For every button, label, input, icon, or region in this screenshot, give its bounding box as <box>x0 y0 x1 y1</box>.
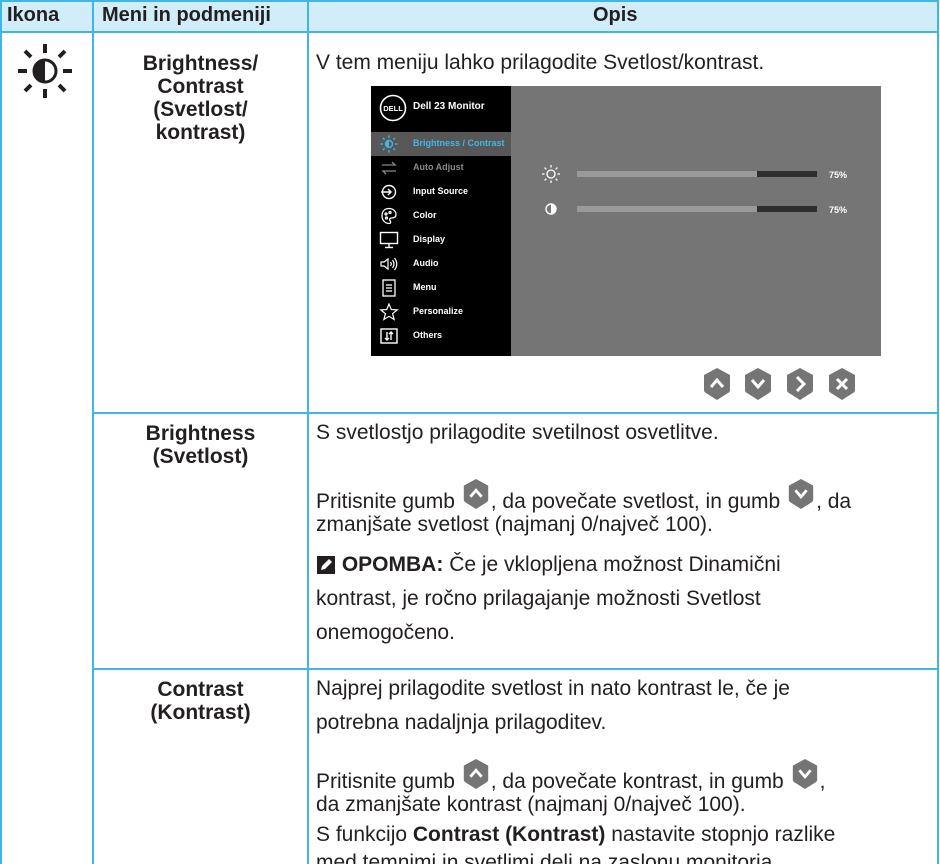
osd-item-display[interactable]: Display <box>371 228 511 252</box>
menu-list-icon <box>382 279 396 297</box>
contrast-slider-fill <box>577 206 757 212</box>
down-button-icon <box>788 479 814 509</box>
osd-item-others[interactable]: Others <box>371 324 511 348</box>
osd-item-personalize[interactable]: Personalize <box>371 300 511 324</box>
contrast-p1-line2: potrebna nadaljnja prilagoditev. <box>316 711 607 734</box>
contrast-value: 75% <box>829 205 848 215</box>
osd-contrast-icon <box>545 203 557 215</box>
up-button-icon[interactable] <box>701 366 733 402</box>
osd-item-input-source[interactable]: Input Source <box>371 180 511 204</box>
brightness-slider-fill <box>577 171 757 177</box>
menu-brightness: Brightness (Svetlost) <box>145 422 256 468</box>
menu-table: Ikona Meni in podmeniji Opis Brightness/… <box>0 0 940 864</box>
osd-item-audio[interactable]: Audio <box>371 252 511 276</box>
menu-brightness-contrast: Brightness/ Contrast (Svetlost/ kontrast… <box>142 52 259 144</box>
sun-icon <box>380 135 398 153</box>
color-palette-icon <box>381 207 397 225</box>
brightness-p2-line2: zmanjšate svetlost (najmanj 0/največ 100… <box>316 513 713 536</box>
close-button-icon[interactable] <box>826 366 858 402</box>
others-icon <box>380 328 398 344</box>
brightness-value: 75% <box>829 170 848 180</box>
monitor-icon <box>379 231 399 249</box>
osd-screenshot: DELL Dell 23 Monitor Brightness / Contra… <box>371 86 881 356</box>
up-button-icon <box>463 479 488 509</box>
brightness-p1: S svetlostjo prilagodite svetilnost osve… <box>316 421 719 444</box>
contrast-slider[interactable] <box>577 206 817 212</box>
right-button-icon[interactable] <box>784 366 816 402</box>
header-menu: Meni in podmeniji <box>102 4 271 26</box>
osd-menu: DELL Dell 23 Monitor Brightness / Contra… <box>371 86 511 356</box>
header-description: Opis <box>593 4 638 26</box>
star-icon <box>379 303 399 321</box>
brightness-slider[interactable] <box>577 171 817 177</box>
brightness-note-line2: kontrast, je ročno prilagajanje možnosti… <box>316 587 761 610</box>
osd-item-menu[interactable]: Menu <box>371 276 511 300</box>
contrast-slider-rest <box>757 206 817 212</box>
down-button-icon[interactable] <box>742 366 774 402</box>
contrast-p3-line2: med temnimi in svetlimi deli na zaslonu … <box>316 851 779 864</box>
brightness-note-line3: onemogočeno. <box>316 621 455 644</box>
contrast-p2-line2: da zmanjšate kontrast (najmanj 0/največ … <box>316 793 746 816</box>
osd-item-brightness-contrast[interactable]: Brightness / Contrast <box>371 132 511 156</box>
brightness-icon <box>18 44 72 98</box>
brightness-note-line1: OPOMBA: Če je vklopljena možnost Dinamič… <box>316 548 781 582</box>
osd-item-auto-adjust[interactable]: Auto Adjust <box>371 156 511 180</box>
svg-text:DELL: DELL <box>383 104 403 113</box>
down-button-icon <box>792 759 817 789</box>
pencil-icon <box>317 556 335 574</box>
row1-description: V tem meniju lahko prilagodite Svetlost/… <box>316 51 765 74</box>
brightness-slider-rest <box>757 171 817 177</box>
contrast-p1-line1: Najprej prilagodite svetlost in nato kon… <box>316 677 790 700</box>
auto-adjust-icon <box>381 161 397 175</box>
speaker-icon <box>380 257 398 271</box>
input-source-icon <box>381 184 397 200</box>
menu-contrast: Contrast (Kontrast) <box>150 678 251 724</box>
osd-title: Dell 23 Monitor <box>413 101 485 112</box>
osd-sun-icon <box>542 165 560 183</box>
header-icon: Ikona <box>7 4 60 26</box>
dell-logo: DELL <box>379 94 407 122</box>
up-button-icon <box>463 759 488 789</box>
osd-item-color[interactable]: Color <box>371 204 511 228</box>
